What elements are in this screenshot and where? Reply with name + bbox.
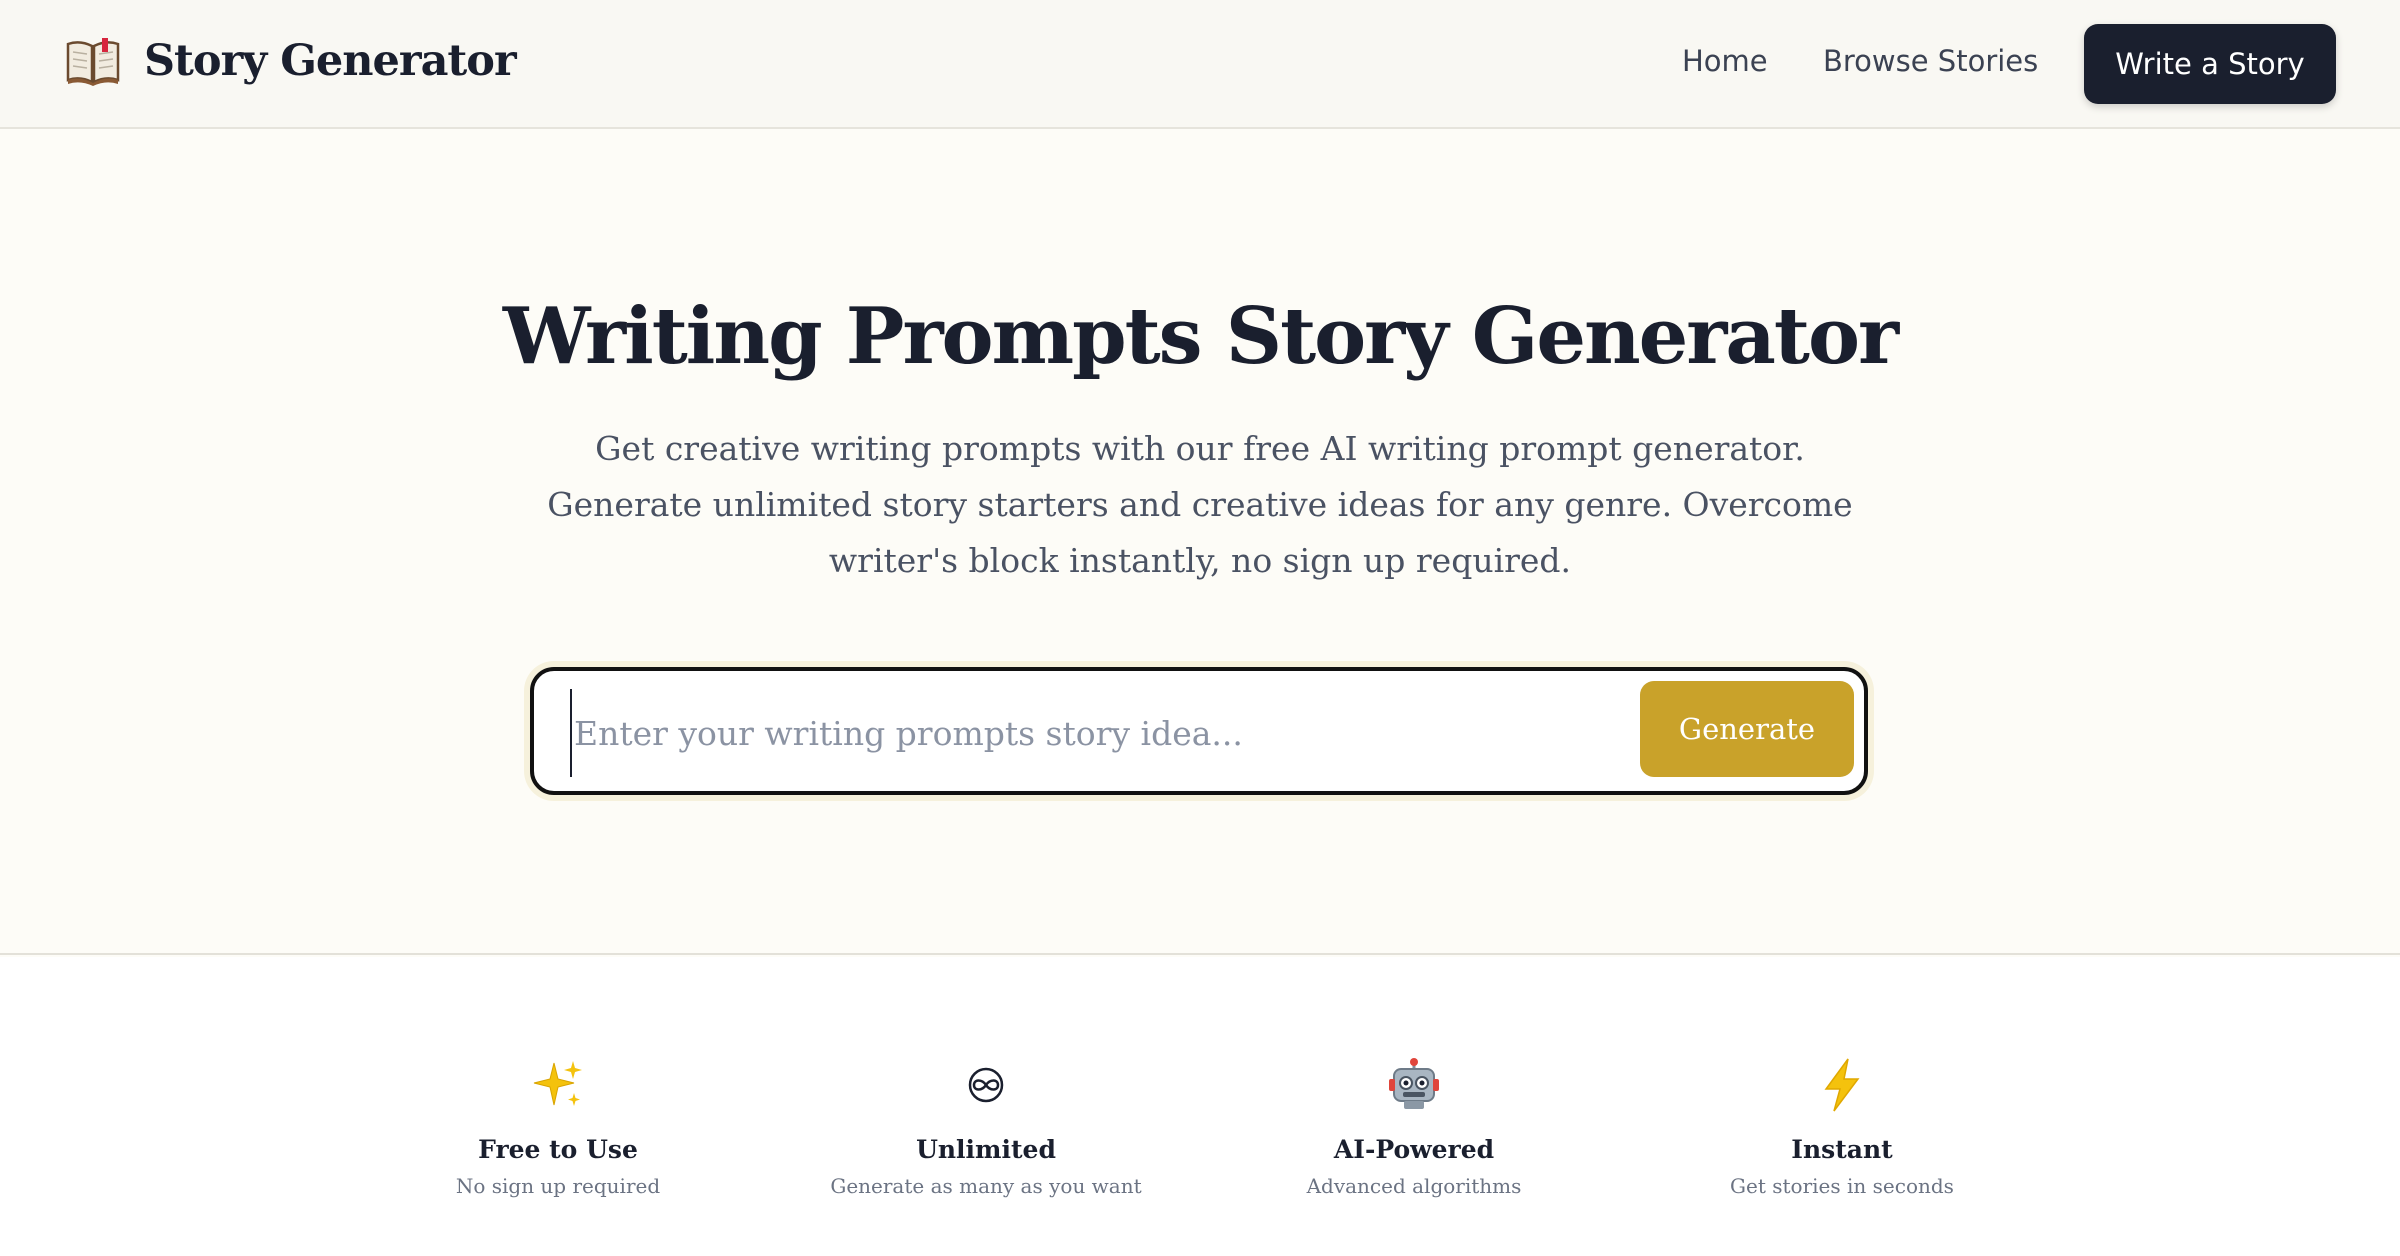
feature-description: Advanced algorithms (1306, 1174, 1522, 1198)
feature-title: Instant (1791, 1135, 1893, 1164)
feature-title: Free to Use (478, 1135, 638, 1164)
navbar: Story Generator Home Browse Stories Writ… (0, 0, 2400, 129)
features-section: Free to Use No sign up required Unlimite… (0, 957, 2400, 1256)
feature-title: AI-Powered (1333, 1135, 1495, 1164)
prompt-input-wrapper: Generate (524, 661, 1874, 801)
feature-description: Generate as many as you want (830, 1174, 1142, 1198)
feature-description: Get stories in seconds (1730, 1174, 1954, 1198)
generate-button[interactable]: Generate (1640, 681, 1854, 777)
open-book-icon (66, 38, 120, 86)
feature-free-to-use: Free to Use No sign up required (348, 1057, 768, 1198)
brand-name: Story Generator (144, 36, 517, 86)
hero-section: Writing Prompts Story Generator Get crea… (0, 131, 2400, 955)
page-title: Writing Prompts Story Generator (502, 291, 1899, 382)
write-a-story-button[interactable]: Write a Story (2084, 24, 2336, 104)
sparkles-icon (533, 1061, 582, 1106)
nav-browse-stories-link[interactable]: Browse Stories (1823, 44, 2038, 78)
feature-instant: Instant Get stories in seconds (1632, 1057, 2052, 1198)
prompt-input-box: Generate (530, 667, 1868, 795)
feature-description: No sign up required (455, 1174, 661, 1198)
feature-ai-powered: AI-Powered Advanced algorithms (1204, 1057, 1624, 1198)
feature-title: Unlimited (916, 1135, 1056, 1164)
feature-unlimited: Unlimited Generate as many as you want (776, 1057, 1196, 1198)
brand-logo[interactable]: Story Generator (64, 36, 517, 86)
infinity-icon (968, 1067, 1004, 1103)
robot-icon (1389, 1058, 1439, 1109)
hero-subtitle: Get creative writing prompts with our fr… (547, 429, 1853, 580)
lightning-icon (1824, 1058, 1860, 1112)
story-idea-input[interactable] (570, 689, 1570, 777)
nav-home-link[interactable]: Home (1682, 44, 1768, 78)
